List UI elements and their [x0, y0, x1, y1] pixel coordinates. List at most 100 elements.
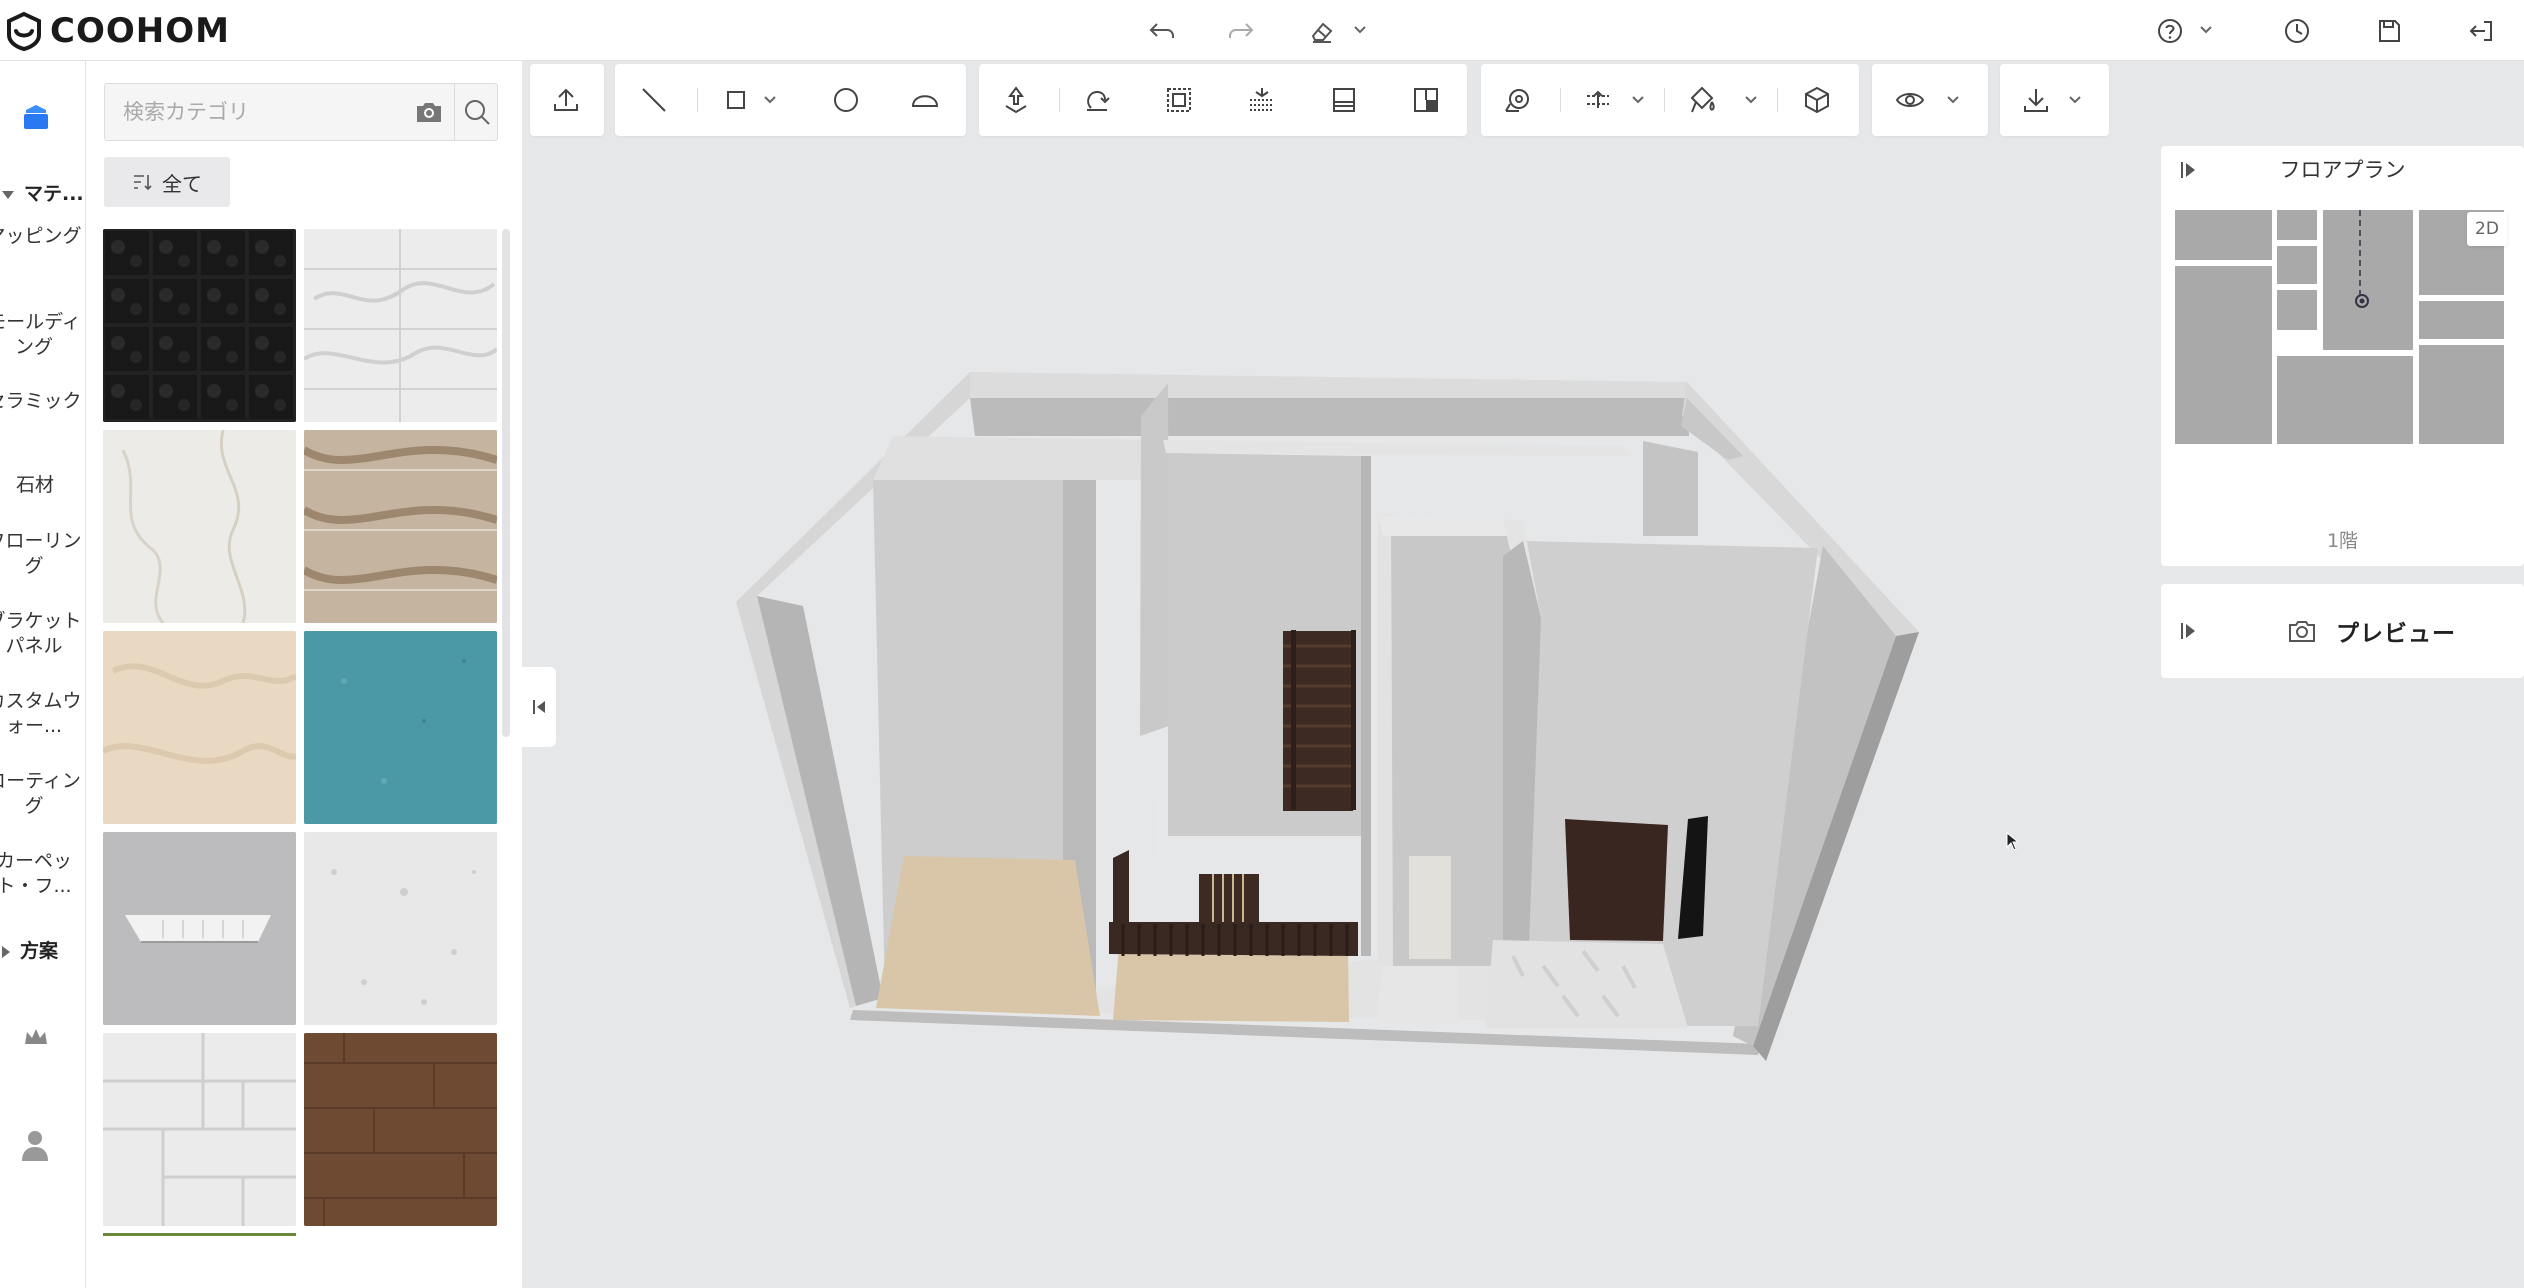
- paint-icon[interactable]: [1684, 82, 1720, 118]
- material-tile[interactable]: [103, 832, 296, 1025]
- panel-icon[interactable]: [1326, 82, 1362, 118]
- download-icon[interactable]: [2018, 82, 2054, 118]
- back-wall-face: [970, 398, 1689, 436]
- toolbar-separator: [1560, 88, 1561, 112]
- split-icon[interactable]: [1408, 82, 1444, 118]
- download-caret-icon[interactable]: [2067, 92, 2083, 108]
- toolbar-group-import: [530, 64, 604, 136]
- floorplan-title: フロアプラン: [2279, 158, 2406, 182]
- search-icon: [465, 100, 490, 125]
- material-tile[interactable]: [103, 631, 296, 824]
- toolbar-separator: [1664, 88, 1665, 112]
- 2d-mode-toggle[interactable]: 2D: [2467, 212, 2507, 246]
- toolbar-group-export: [2000, 64, 2109, 136]
- brown-marble-swatch: [304, 430, 497, 623]
- mouse-cursor-icon: [2006, 832, 2020, 851]
- arc-icon[interactable]: [907, 82, 943, 118]
- logo-text: COOHOM: [50, 11, 230, 51]
- wood-floor-stair: [1113, 946, 1349, 1022]
- white-tile-pattern-swatch: [103, 1033, 296, 1226]
- rail-item-ceramic[interactable]: セラミック: [0, 389, 84, 414]
- line-icon[interactable]: [636, 82, 672, 118]
- white-marble-swatch: [304, 229, 497, 422]
- toolbar-separator: [1777, 88, 1778, 112]
- back-wall-top: [970, 372, 1687, 398]
- floorplan-panel: フロアプラン 2D 1階: [2161, 146, 2524, 566]
- rail-item-stone[interactable]: 石材: [0, 473, 78, 498]
- material-tile[interactable]: [304, 430, 497, 623]
- user-icon[interactable]: [18, 1127, 52, 1163]
- rail-item-bracket-panel[interactable]: ブラケットパネル: [0, 609, 84, 659]
- rail-item-mapping[interactable]: マッピング: [0, 224, 84, 249]
- move-icon[interactable]: [998, 82, 1034, 118]
- floor-label[interactable]: 1階: [2161, 526, 2524, 553]
- search-button[interactable]: [455, 84, 499, 140]
- rail-item-molding[interactable]: モールディング: [0, 310, 84, 360]
- toolbar-group-view: [1872, 64, 1988, 136]
- upload-icon[interactable]: [548, 82, 584, 118]
- beige-marble-swatch: [103, 631, 296, 824]
- view-caret-icon[interactable]: [1945, 92, 1961, 108]
- catalog-panel: 全て: [86, 61, 522, 1288]
- rail-item-custom-wall[interactable]: カスタムウォー...: [0, 689, 84, 739]
- rail-item-coating[interactable]: コーティング: [0, 769, 84, 819]
- material-tile[interactable]: [103, 1033, 296, 1226]
- select-area-icon[interactable]: [1161, 82, 1197, 118]
- panel-scrollbar[interactable]: [502, 229, 510, 737]
- circle-icon[interactable]: [828, 82, 864, 118]
- next-tile-edge: [103, 1233, 296, 1236]
- search-box: [104, 83, 498, 141]
- view-icon[interactable]: [1892, 82, 1928, 118]
- collapse-triangle-icon: [2, 190, 14, 199]
- toolbar-separator: [697, 88, 698, 112]
- toolbar-group-tools: [1481, 64, 1859, 136]
- dark-door: [1565, 819, 1668, 941]
- level-caret-icon[interactable]: [1630, 92, 1646, 108]
- redo-icon[interactable]: [1224, 14, 1258, 48]
- rail-section-material[interactable]: マテ...: [2, 179, 84, 206]
- rectangle-caret-icon[interactable]: [762, 92, 778, 108]
- material-tile[interactable]: [304, 1033, 497, 1226]
- history-icon[interactable]: [2280, 14, 2314, 48]
- level-icon[interactable]: [1580, 82, 1616, 118]
- undo-icon[interactable]: [1145, 14, 1179, 48]
- sort-all-button[interactable]: 全て: [104, 157, 230, 207]
- paint-caret-icon[interactable]: [1743, 92, 1759, 108]
- material-tile[interactable]: [304, 229, 497, 422]
- search-input[interactable]: [105, 84, 395, 140]
- exit-icon[interactable]: [2464, 14, 2498, 48]
- preview-panel[interactable]: プレビュー: [2161, 584, 2524, 678]
- material-tile[interactable]: [103, 229, 296, 422]
- rail-item-flooring[interactable]: フローリング: [0, 529, 84, 579]
- top-header: COOHOM: [0, 0, 2524, 61]
- help-icon[interactable]: [2153, 14, 2187, 48]
- cream-marble-swatch: [103, 430, 296, 623]
- ceiling-panel-swatch: [103, 832, 296, 1025]
- panel-toggle-icon[interactable]: [2179, 621, 2199, 641]
- toolbar-group-draw: [615, 64, 966, 136]
- help-caret-icon[interactable]: [2198, 22, 2214, 38]
- align-icon[interactable]: [1244, 82, 1280, 118]
- save-icon[interactable]: [2372, 14, 2406, 48]
- camera-search-icon[interactable]: [414, 98, 444, 126]
- rotate-icon[interactable]: [1079, 82, 1115, 118]
- eraser-caret-icon[interactable]: [1352, 22, 1368, 38]
- rail-section-plan[interactable]: 方案: [2, 936, 58, 963]
- cube-icon[interactable]: [1799, 82, 1835, 118]
- tile-floor-small: [1376, 966, 1458, 1022]
- toolbar-separator: [1059, 88, 1060, 112]
- rectangle-icon[interactable]: [718, 82, 754, 118]
- teal-stone-swatch: [304, 631, 497, 824]
- material-tile[interactable]: [304, 832, 497, 1025]
- category-rail: マテ... マッピング モールディング セラミック 石材 フローリング ブラケッ…: [0, 61, 86, 1288]
- crown-icon[interactable]: [21, 1022, 51, 1052]
- rail-item-carpet[interactable]: カーペット・フ...: [0, 849, 84, 899]
- measure-icon[interactable]: [1499, 82, 1535, 118]
- material-library-icon[interactable]: [19, 101, 53, 135]
- white-stone-swatch: [304, 832, 497, 1025]
- eraser-icon[interactable]: [1305, 14, 1339, 48]
- material-tile[interactable]: [304, 631, 497, 824]
- house-model[interactable]: [736, 372, 1919, 1061]
- 3d-viewport[interactable]: [523, 136, 2153, 1288]
- material-tile[interactable]: [103, 430, 296, 623]
